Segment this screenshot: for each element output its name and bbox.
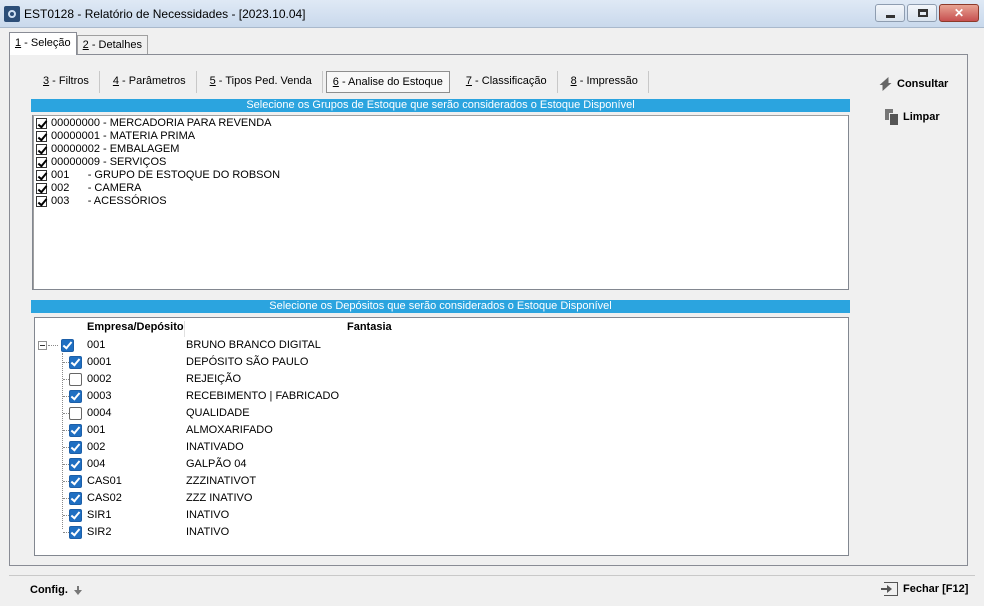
close-icon: ✕ xyxy=(953,6,965,20)
checkbox[interactable] xyxy=(69,458,82,471)
checkbox[interactable] xyxy=(69,492,82,505)
list-item[interactable]: 00000000 - MERCADORIA PARA REVENDA xyxy=(33,117,848,130)
list-item[interactable]: 00000001 - MATERIA PRIMA xyxy=(33,130,848,143)
checkbox[interactable] xyxy=(69,390,82,403)
list-item[interactable]: 001 - GRUPO DE ESTOQUE DO ROBSON xyxy=(33,169,848,182)
stock-groups-list[interactable]: 00000000 - MERCADORIA PARA REVENDA 00000… xyxy=(32,115,849,290)
tab-parametros[interactable]: 4 - Parâmetros xyxy=(100,71,197,93)
tree-line xyxy=(48,345,58,346)
checkbox[interactable] xyxy=(69,407,82,420)
table-row[interactable]: 0003 RECEBIMENTO | FABRICADO xyxy=(35,388,848,405)
checkbox[interactable] xyxy=(36,118,47,129)
checkbox[interactable] xyxy=(69,475,82,488)
table-row[interactable]: SIR2 INATIVO xyxy=(35,524,848,541)
deposits-tree[interactable]: Empresa/Depósito Fantasia 001 BRUNO BRAN… xyxy=(34,317,849,556)
tab-filtros[interactable]: 3 - Filtros xyxy=(30,71,100,93)
table-row[interactable]: 001 ALMOXARIFADO xyxy=(35,422,848,439)
window-title: EST0128 - Relatório de Necessidades - [2… xyxy=(24,7,306,21)
maximize-icon xyxy=(918,9,928,17)
table-row[interactable]: CAS01 ZZZINATIVOT xyxy=(35,473,848,490)
stock-groups-header: Selecione os Grupos de Estoque que serão… xyxy=(31,99,850,112)
table-row[interactable]: CAS02 ZZZ INATIVO xyxy=(35,490,848,507)
checkbox[interactable] xyxy=(36,144,47,155)
title-bar: EST0128 - Relatório de Necessidades - [2… xyxy=(0,0,984,28)
sub-tabs: 3 - Filtros 4 - Parâmetros 5 - Tipos Ped… xyxy=(30,71,649,93)
deposits-header: Selecione os Depósitos que serão conside… xyxy=(31,300,850,313)
tab-impressao[interactable]: 8 - Impressão xyxy=(558,71,649,93)
tab-tipos-ped-venda[interactable]: 5 - Tipos Ped. Venda xyxy=(197,71,323,93)
checkbox[interactable] xyxy=(69,356,82,369)
limpar-button[interactable]: Limpar xyxy=(884,108,940,126)
copy-icon xyxy=(884,109,899,126)
checkbox[interactable] xyxy=(69,509,82,522)
consultar-button[interactable]: Consultar xyxy=(878,75,948,93)
checkbox[interactable] xyxy=(61,339,74,352)
minimize-button[interactable] xyxy=(875,4,905,22)
tab-classificacao[interactable]: 7 - Classificação xyxy=(453,71,558,93)
col-empresa-deposito[interactable]: Empresa/Depósito xyxy=(87,321,185,337)
checkbox[interactable] xyxy=(36,170,47,181)
table-row[interactable]: 004 GALPÃO 04 xyxy=(35,456,848,473)
checkbox[interactable] xyxy=(36,183,47,194)
fechar-button[interactable]: Fechar [F12] xyxy=(881,582,968,596)
checkbox[interactable] xyxy=(69,424,82,437)
checkbox[interactable] xyxy=(69,373,82,386)
tab-analise-estoque[interactable]: 6 - Analise do Estoque xyxy=(325,71,450,93)
tree-header: Empresa/Depósito Fantasia xyxy=(35,318,848,338)
tab-selecao[interactable]: 1 - Seleção xyxy=(9,32,77,55)
config-button[interactable]: Config. xyxy=(30,584,82,596)
tree-row-root[interactable]: 001 BRUNO BRANCO DIGITAL xyxy=(35,337,848,354)
minimize-icon xyxy=(886,15,895,18)
collapse-icon[interactable] xyxy=(38,341,47,350)
checkbox[interactable] xyxy=(36,131,47,142)
window-controls: ✕ xyxy=(875,4,979,22)
table-row[interactable]: 0004 QUALIDADE xyxy=(35,405,848,422)
exit-icon xyxy=(881,582,898,596)
list-item[interactable]: 00000009 - SERVIÇOS xyxy=(33,156,848,169)
list-item[interactable]: 00000002 - EMBALAGEM xyxy=(33,143,848,156)
bottom-divider xyxy=(9,575,975,576)
list-item[interactable]: 003 - ACESSÓRIOS xyxy=(33,195,848,208)
checkbox[interactable] xyxy=(36,157,47,168)
table-row[interactable]: 0002 REJEIÇÃO xyxy=(35,371,848,388)
close-button[interactable]: ✕ xyxy=(939,4,979,22)
lightning-icon xyxy=(878,76,892,92)
table-row[interactable]: 002 INATIVADO xyxy=(35,439,848,456)
table-row[interactable]: SIR1 INATIVO xyxy=(35,507,848,524)
maximize-button[interactable] xyxy=(907,4,937,22)
checkbox[interactable] xyxy=(69,526,82,539)
checkbox[interactable] xyxy=(69,441,82,454)
checkbox[interactable] xyxy=(36,196,47,207)
main-tabs: 1 - Seleção 2 - Detalhes xyxy=(9,32,148,55)
col-fantasia[interactable]: Fantasia xyxy=(347,321,392,333)
tab-detalhes[interactable]: 2 - Detalhes xyxy=(76,35,148,55)
list-item[interactable]: 002 - CAMERA xyxy=(33,182,848,195)
arrow-down-icon xyxy=(73,585,82,595)
app-icon xyxy=(4,6,20,22)
table-row[interactable]: 0001 DEPÓSITO SÃO PAULO xyxy=(35,354,848,371)
main-panel: 3 - Filtros 4 - Parâmetros 5 - Tipos Ped… xyxy=(9,54,968,566)
